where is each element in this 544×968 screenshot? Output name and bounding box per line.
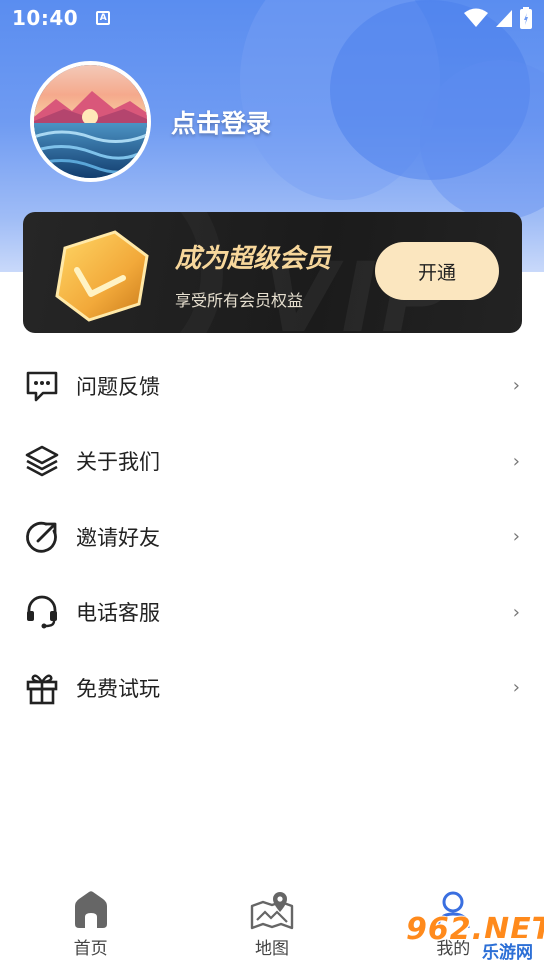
invite-icon	[24, 519, 60, 555]
site-watermark: 962.NET 乐游网	[406, 912, 544, 964]
menu-item-phone-service[interactable]: 电话客服 ›	[0, 575, 544, 651]
chevron-right-icon: ›	[512, 375, 520, 397]
map-icon	[250, 892, 294, 930]
chevron-right-icon: ›	[512, 450, 520, 472]
menu-item-feedback[interactable]: 问题反馈 ›	[0, 348, 544, 424]
menu-label: 问题反馈	[76, 374, 160, 399]
status-bar: 10:40 A	[0, 0, 544, 36]
feedback-icon	[24, 368, 60, 404]
settings-menu: 问题反馈 › 关于我们 › 邀请好友 › 电话客服 › 免费试玩 ›	[0, 348, 544, 726]
nav-item-map[interactable]: 地图	[181, 878, 362, 968]
wifi-icon	[464, 8, 488, 27]
status-time: 10:40	[12, 6, 79, 30]
login-prompt[interactable]: 点击登录	[171, 104, 271, 140]
vip-title: 成为超级会员	[175, 244, 332, 274]
home-icon	[74, 891, 107, 928]
nav-item-home[interactable]: 首页	[0, 878, 181, 968]
avatar-image	[34, 65, 147, 178]
avatar[interactable]	[30, 61, 151, 182]
nav-label: 地图	[254, 939, 289, 959]
gift-icon	[24, 670, 60, 706]
chevron-right-icon: ›	[512, 526, 520, 548]
menu-label: 邀请好友	[76, 525, 160, 550]
menu-label: 免费试玩	[76, 676, 160, 701]
vip-open-button[interactable]: 开通	[375, 242, 499, 300]
menu-item-about[interactable]: 关于我们 ›	[0, 424, 544, 500]
layers-icon	[24, 443, 60, 479]
battery-icon	[520, 7, 532, 29]
vip-subtitle: 享受所有会员权益	[175, 291, 304, 310]
menu-label: 关于我们	[76, 450, 160, 475]
vip-badge-icon	[55, 230, 149, 322]
signal-icon	[496, 10, 512, 27]
notification-icon: A	[96, 11, 111, 25]
menu-item-invite[interactable]: 邀请好友 ›	[0, 499, 544, 575]
nav-label: 首页	[73, 939, 108, 959]
chevron-right-icon: ›	[512, 677, 520, 699]
watermark-brand-sub: 乐游网	[480, 938, 535, 963]
menu-label: 电话客服	[76, 601, 160, 626]
headset-icon	[24, 594, 60, 630]
chevron-right-icon: ›	[512, 601, 520, 623]
menu-item-free-trial[interactable]: 免费试玩 ›	[0, 650, 544, 726]
vip-banner[interactable]: VIP 成为超级会员 享受所有会员权益 开通	[23, 212, 522, 333]
